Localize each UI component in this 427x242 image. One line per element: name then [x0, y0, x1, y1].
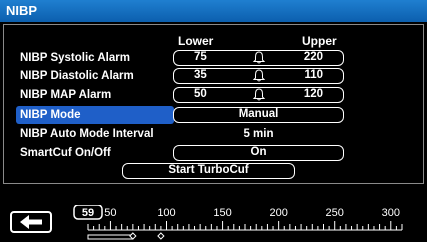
scale-tick-label: 150 [213, 207, 231, 219]
diastolic-upper-value[interactable]: 110 [304, 69, 323, 82]
scale-marker [129, 232, 137, 240]
nibp-mode-select[interactable]: Manual [173, 107, 344, 123]
window-title: NIBP [0, 0, 427, 22]
pressure-scale: 59 50 100 150 200 250 300 [73, 205, 403, 240]
map-alarm-box[interactable]: 50 120 [173, 87, 344, 103]
nibp-mode-label: NIBP Mode [20, 109, 81, 121]
systolic-alarm-box[interactable]: 75 220 [173, 50, 344, 66]
current-value: 59 [82, 207, 94, 219]
scale-tick-label: 50 [104, 207, 116, 219]
scale-tick-label: 200 [269, 207, 287, 219]
diastolic-alarm-label: NIBP Diastolic Alarm [20, 70, 134, 82]
auto-interval-label: NIBP Auto Mode Interval [20, 128, 154, 140]
systolic-lower-value[interactable]: 75 [194, 51, 207, 64]
range-bar [87, 234, 134, 240]
smartcuf-toggle[interactable]: On [173, 145, 344, 161]
map-alarm-label: NIBP MAP Alarm [20, 89, 112, 101]
start-turbocuf-button[interactable]: Start TurboCuf [122, 163, 295, 179]
scale-tick-label: 100 [157, 207, 175, 219]
smartcuf-label: SmartCuf On/Off [20, 147, 111, 159]
diastolic-lower-value[interactable]: 35 [194, 69, 207, 82]
map-lower-value[interactable]: 50 [194, 88, 207, 101]
systolic-upper-value[interactable]: 220 [304, 51, 323, 64]
map-upper-value[interactable]: 120 [304, 88, 323, 101]
systolic-alarm-label: NIBP Systolic Alarm [20, 52, 130, 64]
bell-icon [252, 51, 266, 68]
bell-icon [252, 88, 266, 105]
scale-tick-label: 300 [382, 207, 400, 219]
scale-marker [157, 232, 165, 240]
bell-icon [252, 69, 266, 86]
column-header-lower: Lower [178, 34, 214, 48]
scale-tick-label: 250 [326, 207, 344, 219]
column-header-upper: Upper [302, 34, 337, 48]
auto-interval-value: 5 min [243, 128, 274, 140]
diastolic-alarm-box[interactable]: 35 110 [173, 68, 344, 84]
